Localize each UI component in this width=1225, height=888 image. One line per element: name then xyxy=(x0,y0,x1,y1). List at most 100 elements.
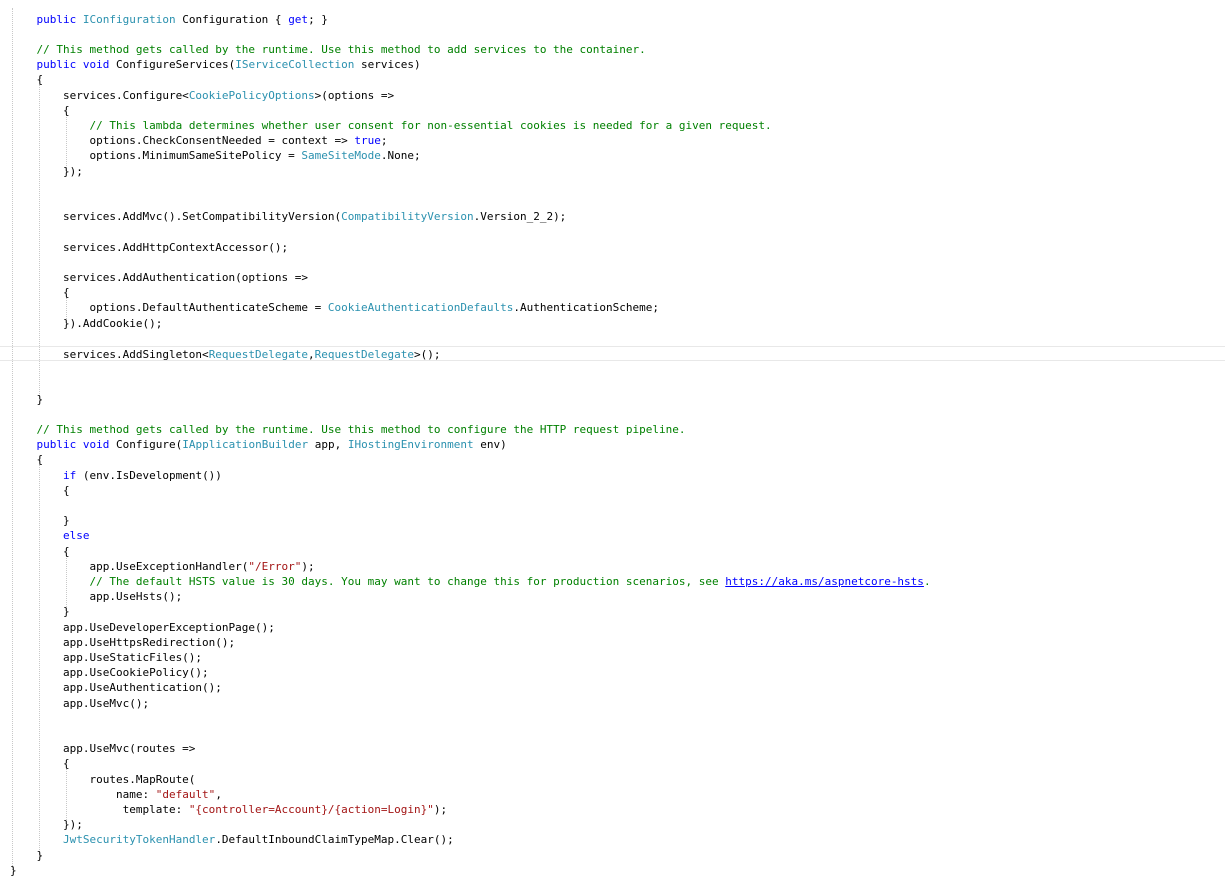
code-line[interactable]: options.DefaultAuthenticateScheme = Cook… xyxy=(0,300,1225,315)
code-line[interactable] xyxy=(0,711,1225,726)
code-line[interactable]: // The default HSTS value is 30 days. Yo… xyxy=(0,574,1225,589)
code-text: app.UseHttpsRedirection(); xyxy=(10,635,236,649)
code-text: Configuration { xyxy=(175,12,289,26)
code-line[interactable]: // This method gets called by the runtim… xyxy=(0,42,1225,57)
comment-token: // The default HSTS value is 30 days. Yo… xyxy=(89,574,726,588)
code-line[interactable] xyxy=(0,27,1225,42)
code-line[interactable]: } xyxy=(0,848,1225,863)
code-text: services.Configure< xyxy=(10,88,189,102)
code-line[interactable] xyxy=(0,224,1225,239)
code-line[interactable]: }); xyxy=(0,817,1225,832)
code-line[interactable]: } xyxy=(0,604,1225,619)
code-line[interactable]: services.AddHttpContextAccessor(); xyxy=(0,240,1225,255)
code-text: } xyxy=(10,605,70,619)
type-token: SameSiteMode xyxy=(301,149,381,163)
code-line[interactable]: else xyxy=(0,528,1225,543)
code-line[interactable]: name: "default", xyxy=(0,787,1225,802)
code-line[interactable]: { xyxy=(0,544,1225,559)
code-line[interactable] xyxy=(0,194,1225,209)
code-line[interactable]: // This method gets called by the runtim… xyxy=(0,422,1225,437)
code-text: .DefaultInboundClaimTypeMap.Clear(); xyxy=(215,833,454,847)
code-text: template: xyxy=(10,802,189,816)
code-text: app.UseMvc(routes => xyxy=(10,742,196,756)
comment-token: . xyxy=(923,574,931,588)
code-line[interactable] xyxy=(0,331,1225,346)
code-text: }); xyxy=(10,164,83,178)
code-text: { xyxy=(10,757,70,771)
code-line[interactable] xyxy=(0,255,1225,270)
code-line[interactable]: template: "{controller=Account}/{action=… xyxy=(0,802,1225,817)
code-text: ; xyxy=(380,134,388,148)
code-line[interactable]: services.Configure<CookiePolicyOptions>(… xyxy=(0,88,1225,103)
code-line[interactable] xyxy=(0,179,1225,194)
keyword-token: public xyxy=(36,12,77,26)
code-text: , xyxy=(215,787,222,801)
code-text: .AuthenticationScheme; xyxy=(513,301,660,315)
code-line[interactable]: services.AddAuthentication(options => xyxy=(0,270,1225,285)
code-line[interactable]: app.UseDeveloperExceptionPage(); xyxy=(0,620,1225,635)
code-line[interactable]: { xyxy=(0,103,1225,118)
code-line[interactable]: app.UseStaticFiles(); xyxy=(0,650,1225,665)
code-line[interactable]: public IConfiguration Configuration { ge… xyxy=(0,12,1225,27)
code-text: { xyxy=(10,453,44,467)
code-line[interactable]: }).AddCookie(); xyxy=(0,316,1225,331)
code-line[interactable]: options.CheckConsentNeeded = context => … xyxy=(0,133,1225,148)
code-line[interactable]: app.UseExceptionHandler("/Error"); xyxy=(0,559,1225,574)
code-line[interactable]: services.AddMvc().SetCompatibilityVersio… xyxy=(0,209,1225,224)
code-line[interactable] xyxy=(0,498,1225,513)
code-line[interactable]: } xyxy=(0,392,1225,407)
code-text: { xyxy=(10,483,70,497)
code-text: .None; xyxy=(380,149,421,163)
code-text: services.AddAuthentication(options => xyxy=(10,270,309,284)
code-line[interactable]: }); xyxy=(0,164,1225,179)
code-line[interactable]: public void ConfigureServices(IServiceCo… xyxy=(0,57,1225,72)
code-line[interactable]: routes.MapRoute( xyxy=(0,772,1225,787)
type-token: IServiceCollection xyxy=(235,58,355,72)
type-token: CookiePolicyOptions xyxy=(188,88,315,102)
code-line[interactable]: { xyxy=(0,72,1225,87)
code-line[interactable]: // This lambda determines whether user c… xyxy=(0,118,1225,133)
code-line[interactable]: public void Configure(IApplicationBuilde… xyxy=(0,437,1225,452)
code-line[interactable]: options.MinimumSameSitePolicy = SameSite… xyxy=(0,148,1225,163)
code-line[interactable]: app.UseHsts(); xyxy=(0,589,1225,604)
code-text: }).AddCookie(); xyxy=(10,316,163,330)
code-text: options.MinimumSameSitePolicy = xyxy=(10,149,302,163)
type-token: IApplicationBuilder xyxy=(182,438,309,452)
current-code-line[interactable]: services.AddSingleton<RequestDelegate,Re… xyxy=(0,345,1225,362)
code-text: }); xyxy=(10,818,83,832)
type-token: RequestDelegate xyxy=(208,347,309,361)
code-line[interactable]: app.UseMvc(routes => xyxy=(0,741,1225,756)
code-text: services.AddSingleton< xyxy=(10,347,209,361)
code-line[interactable]: JwtSecurityTokenHandler.DefaultInboundCl… xyxy=(0,832,1225,847)
code-line[interactable]: } xyxy=(0,513,1225,528)
code-text: app.UseMvc(); xyxy=(10,696,150,710)
code-text: services.AddMvc().SetCompatibilityVersio… xyxy=(10,210,342,224)
code-line[interactable]: } xyxy=(0,863,1225,878)
hyperlink[interactable]: https://aka.ms/aspnetcore-hsts xyxy=(725,575,924,588)
code-line[interactable]: if (env.IsDevelopment()) xyxy=(0,468,1225,483)
code-line[interactable]: { xyxy=(0,756,1225,771)
code-text: ConfigureServices( xyxy=(109,58,236,72)
keyword-token: if xyxy=(62,468,77,482)
type-token: IConfiguration xyxy=(82,12,176,26)
code-editor[interactable]: public IConfiguration Configuration { ge… xyxy=(0,0,1225,888)
code-line[interactable]: app.UseCookiePolicy(); xyxy=(0,665,1225,680)
code-text: ; } xyxy=(308,12,328,26)
code-text: .Version_2_2); xyxy=(473,210,567,224)
code-line[interactable] xyxy=(0,376,1225,391)
code-line[interactable]: app.UseAuthentication(); xyxy=(0,680,1225,695)
code-line[interactable]: { xyxy=(0,285,1225,300)
code-line[interactable] xyxy=(0,726,1225,741)
code-line[interactable]: { xyxy=(0,452,1225,467)
code-line[interactable]: app.UseHttpsRedirection(); xyxy=(0,635,1225,650)
code-line[interactable]: app.UseMvc(); xyxy=(0,696,1225,711)
code-line[interactable] xyxy=(0,407,1225,422)
code-line[interactable]: { xyxy=(0,483,1225,498)
code-line[interactable] xyxy=(0,361,1225,376)
